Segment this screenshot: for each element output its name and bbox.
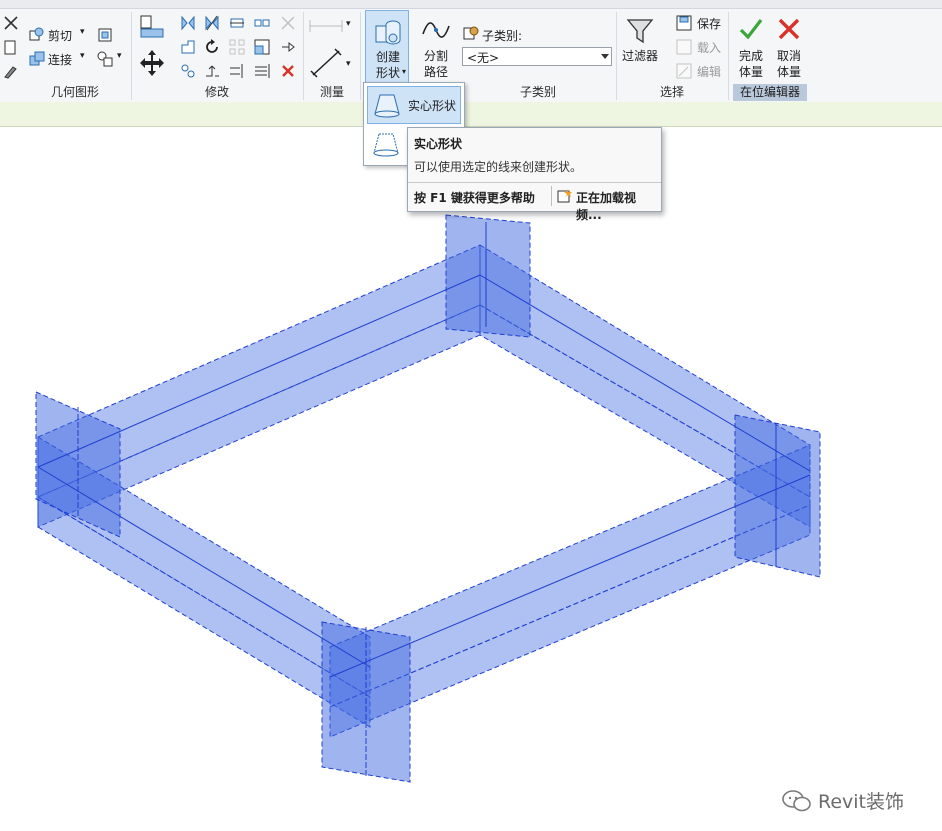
panel-separator [728, 12, 729, 100]
geometry-tool-icon[interactable] [94, 24, 116, 46]
corner-plane-se [734, 414, 821, 578]
join-label[interactable]: 连接 [48, 51, 72, 68]
subcategory-dropdown-arrow-icon[interactable] [601, 54, 609, 59]
cut-label[interactable]: 剪切 [48, 27, 72, 44]
wechat-logo-icon [782, 789, 811, 811]
dimension-dropdown-arrow-icon[interactable]: ▾ [346, 19, 351, 29]
cut-icon[interactable] [26, 24, 48, 46]
scale-icon[interactable] [251, 36, 273, 58]
solid-form-label: 实心形状 [408, 98, 457, 113]
trim-multiple-icon[interactable] [226, 60, 248, 82]
tooltip-help-text: 按 F1 键获得更多帮助 [414, 191, 535, 205]
tooltip-description: 可以使用选定的线来创建形状。 [414, 160, 583, 174]
cope-icon[interactable] [0, 12, 22, 34]
video-icon [557, 189, 572, 203]
subcategory-panel-label: 子类别 [519, 85, 556, 99]
measure-between-icon[interactable] [308, 46, 344, 80]
edit-label[interactable]: 编辑 [697, 63, 721, 80]
mirror-axis-icon[interactable] [177, 12, 199, 34]
tooltip-separator [551, 186, 552, 206]
finish-mass-button[interactable]: 完成 体量 [733, 14, 769, 84]
delete-icon[interactable] [277, 60, 299, 82]
view-canvas[interactable] [0, 127, 942, 828]
corner-plane-ne [445, 214, 531, 338]
watermark-text: Revit装饰 [818, 791, 905, 813]
unpin-icon[interactable] [277, 12, 299, 34]
measure-dropdown-arrow-icon[interactable]: ▾ [346, 59, 351, 69]
solid-form-icon [374, 94, 400, 118]
wall-joins-dropdown-arrow-icon[interactable]: ▾ [117, 51, 122, 61]
subcategory-icon [462, 24, 480, 42]
split-element-icon[interactable] [201, 60, 223, 82]
tooltip-title: 实心形状 [414, 137, 463, 151]
load-icon[interactable] [673, 36, 695, 58]
load-label[interactable]: 载入 [697, 39, 721, 56]
mirror-draw-axis-icon[interactable] [201, 12, 223, 34]
geometry-panel-label: 几何图形 [50, 85, 99, 99]
move-icon[interactable] [137, 48, 167, 78]
rotate-icon[interactable] [201, 36, 223, 58]
save-icon[interactable] [673, 12, 695, 34]
measure-panel-label: 测量 [319, 85, 344, 99]
cancel-mass-label-2: 体量 [776, 65, 801, 79]
finish-mass-label-2: 体量 [738, 65, 763, 79]
measure-dimension-icon[interactable] [308, 14, 344, 38]
copy-icon[interactable] [251, 12, 273, 34]
create-shape-dropdown-arrow-icon[interactable]: ▾ [402, 67, 406, 76]
in-place-editor-panel-label: 在位编辑器 [733, 84, 807, 101]
tooltip-video-text: 正在加载视频... [576, 191, 637, 222]
cancel-mass-button[interactable]: 取消 体量 [771, 14, 807, 84]
create-shape-button[interactable]: 创建 形状 ▾ [365, 10, 409, 84]
finish-mass-label-1: 完成 [738, 49, 763, 63]
offset-icon[interactable] [226, 12, 248, 34]
select-panel-label: 选择 [659, 85, 684, 99]
subcategory-label: 子类别: [482, 29, 523, 43]
align-icon[interactable] [137, 12, 167, 42]
filter-button[interactable]: 过滤器 [620, 14, 660, 84]
join-dropdown-arrow-icon[interactable]: ▾ [80, 51, 85, 61]
tooltip-divider [408, 182, 661, 183]
watermark: Revit装饰 [782, 787, 904, 814]
options-bar [0, 102, 942, 127]
split-path-button[interactable]: 分割 路径 [414, 14, 458, 84]
trim-extend-icon[interactable] [177, 60, 199, 82]
solid-form-item[interactable]: 实心形状 [367, 86, 461, 124]
edit-icon[interactable] [673, 60, 695, 82]
pin-icon[interactable] [277, 36, 299, 58]
document-icon[interactable] [0, 36, 22, 58]
cut-dropdown-arrow-icon[interactable]: ▾ [80, 27, 85, 37]
wall-joins-icon[interactable] [94, 48, 116, 70]
filter-label: 过滤器 [621, 49, 658, 63]
split-path-label-1: 分割 [423, 49, 448, 63]
mass-model-view[interactable] [0, 127, 942, 828]
solid-form-tooltip: 实心形状 可以使用选定的线来创建形状。 按 F1 键获得更多帮助 正在加载视频.… [407, 127, 662, 222]
offset-shape-icon[interactable] [177, 36, 199, 58]
split-path-label-2: 路径 [423, 65, 448, 79]
panel-separator [360, 12, 361, 100]
save-label[interactable]: 保存 [697, 15, 721, 32]
split-gap-icon[interactable] [251, 60, 273, 82]
subcategory-value: <无> [467, 51, 500, 65]
ribbon-tab-strip [0, 0, 942, 9]
join-icon[interactable] [26, 48, 48, 70]
modify-panel-label: 修改 [204, 85, 229, 99]
paint-icon[interactable] [0, 60, 22, 82]
array-icon[interactable] [226, 36, 248, 58]
ribbon: 剪切 ▾ 连接 ▾ ▾ 几何图形 修改 ▾ ▾ 测量 创建 形状 ▾ 分割 路径… [0, 0, 942, 103]
subcategory-select[interactable]: <无> [462, 47, 612, 66]
void-form-icon [373, 133, 399, 157]
cancel-mass-label-1: 取消 [776, 49, 801, 63]
create-shape-label-1: 创建 [375, 50, 400, 64]
